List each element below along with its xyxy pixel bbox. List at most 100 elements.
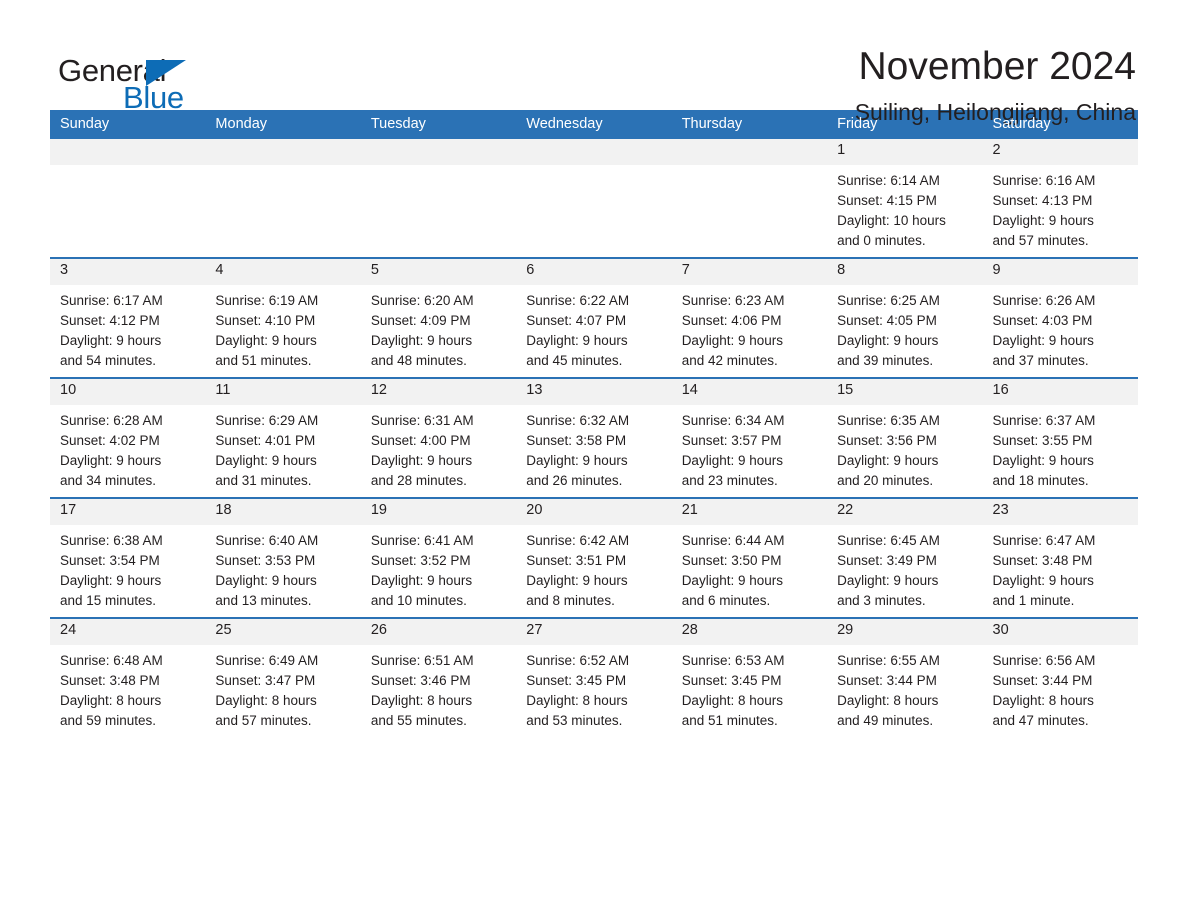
sunrise-sunset-calendar: Sunday Monday Tuesday Wednesday Thursday…	[50, 110, 1138, 737]
sunset-text: Sunset: 3:46 PM	[370, 673, 471, 688]
day-number: 2	[982, 139, 1138, 165]
day-details: Sunrise: 6:37 AM Sunset: 3:55 PM Dayligh…	[983, 405, 1138, 491]
sunset-text: Sunset: 4:07 PM	[526, 313, 627, 328]
daylight-line-1: Daylight: 9 hours	[215, 333, 317, 348]
day-details: Sunrise: 6:20 AM Sunset: 4:09 PM Dayligh…	[361, 285, 516, 371]
day-details: Sunrise: 6:31 AM Sunset: 4:00 PM Dayligh…	[361, 405, 516, 491]
sunset-text: Sunset: 3:56 PM	[837, 433, 937, 448]
day-details: Sunrise: 6:29 AM Sunset: 4:01 PM Dayligh…	[205, 405, 360, 491]
daylight-line-2: and 6 minutes.	[681, 593, 771, 608]
daylight-line-1: Daylight: 9 hours	[526, 573, 628, 588]
sunset-text: Sunset: 3:47 PM	[215, 673, 316, 688]
daylight-line-1: Daylight: 8 hours	[681, 693, 783, 708]
daylight-line-2: and 13 minutes.	[215, 593, 312, 608]
sunset-text: Sunset: 3:48 PM	[60, 673, 160, 688]
daylight-line-2: and 42 minutes.	[681, 353, 778, 368]
sunset-text: Sunset: 3:44 PM	[837, 673, 937, 688]
day-number: 18	[205, 499, 361, 525]
daylight-line-2: and 15 minutes.	[60, 593, 157, 608]
sunrise-text: Sunrise: 6:29 AM	[215, 413, 319, 428]
sunrise-text: Sunrise: 6:42 AM	[526, 533, 630, 548]
day-cell: 22 Sunrise: 6:45 AM Sunset: 3:49 PM Dayl…	[827, 497, 983, 618]
sunrise-text: Sunrise: 6:35 AM	[837, 413, 940, 428]
day-details: Sunrise: 6:38 AM Sunset: 3:54 PM Dayligh…	[50, 525, 205, 611]
sunset-text: Sunset: 4:02 PM	[60, 433, 160, 448]
sunset-text: Sunset: 3:58 PM	[526, 433, 627, 448]
sunset-text: Sunset: 3:45 PM	[681, 673, 782, 688]
daylight-line-1: Daylight: 8 hours	[215, 693, 317, 708]
week-row: 3 Sunrise: 6:17 AM Sunset: 4:12 PM Dayli…	[50, 257, 1138, 378]
day-number: 19	[360, 499, 517, 525]
daylight-line-2: and 8 minutes.	[526, 593, 615, 608]
sunrise-text: Sunrise: 6:17 AM	[60, 293, 163, 308]
day-cell: 28 Sunrise: 6:53 AM Sunset: 3:45 PM Dayl…	[671, 617, 828, 737]
day-details: Sunrise: 6:56 AM Sunset: 3:44 PM Dayligh…	[983, 645, 1138, 731]
day-details: Sunrise: 6:52 AM Sunset: 3:45 PM Dayligh…	[516, 645, 671, 731]
daylight-line-1: Daylight: 9 hours	[526, 453, 628, 468]
sunset-text: Sunset: 3:52 PM	[370, 553, 471, 568]
daylight-line-2: and 49 minutes.	[837, 713, 934, 728]
day-number: 24	[50, 619, 206, 645]
day-number: 4	[205, 259, 361, 285]
week-row: 17 Sunrise: 6:38 AM Sunset: 3:54 PM Dayl…	[50, 497, 1138, 618]
day-details: Sunrise: 6:49 AM Sunset: 3:47 PM Dayligh…	[205, 645, 360, 731]
day-cell: 3 Sunrise: 6:17 AM Sunset: 4:12 PM Dayli…	[50, 257, 206, 378]
daylight-line-1: Daylight: 9 hours	[837, 333, 939, 348]
day-details: Sunrise: 6:16 AM Sunset: 4:13 PM Dayligh…	[983, 165, 1138, 251]
day-number: 12	[360, 379, 517, 405]
day-number: 28	[671, 619, 828, 645]
day-details: Sunrise: 6:26 AM Sunset: 4:03 PM Dayligh…	[983, 285, 1138, 371]
day-details: Sunrise: 6:42 AM Sunset: 3:51 PM Dayligh…	[516, 525, 671, 611]
daylight-line-2: and 48 minutes.	[370, 353, 467, 368]
day-cell: 1 Sunrise: 6:14 AM Sunset: 4:15 PM Dayli…	[827, 139, 983, 258]
daylight-line-2: and 47 minutes.	[992, 713, 1089, 728]
day-cell: 2 Sunrise: 6:16 AM Sunset: 4:13 PM Dayli…	[982, 139, 1138, 258]
day-cell: 16 Sunrise: 6:37 AM Sunset: 3:55 PM Dayl…	[982, 377, 1138, 498]
daylight-line-1: Daylight: 9 hours	[837, 573, 939, 588]
day-number	[50, 139, 206, 165]
sunrise-text: Sunrise: 6:45 AM	[837, 533, 940, 548]
sunset-text: Sunset: 3:55 PM	[992, 433, 1093, 448]
day-number: 22	[827, 499, 983, 525]
daylight-line-1: Daylight: 9 hours	[60, 333, 162, 348]
sunset-text: Sunset: 4:15 PM	[837, 193, 937, 208]
daylight-line-2: and 18 minutes.	[992, 473, 1089, 488]
day-details: Sunrise: 6:51 AM Sunset: 3:46 PM Dayligh…	[361, 645, 516, 731]
daylight-line-2: and 0 minutes.	[837, 233, 926, 248]
sunset-text: Sunset: 3:49 PM	[837, 553, 937, 568]
day-cell: 10 Sunrise: 6:28 AM Sunset: 4:02 PM Dayl…	[50, 377, 206, 498]
day-details: Sunrise: 6:22 AM Sunset: 4:07 PM Dayligh…	[516, 285, 671, 371]
day-number: 29	[827, 619, 983, 645]
sunrise-text: Sunrise: 6:25 AM	[837, 293, 940, 308]
sunrise-text: Sunrise: 6:38 AM	[60, 533, 163, 548]
daylight-line-1: Daylight: 9 hours	[837, 453, 939, 468]
daylight-line-2: and 45 minutes.	[526, 353, 623, 368]
daylight-line-2: and 39 minutes.	[837, 353, 934, 368]
daylight-line-2: and 23 minutes.	[681, 473, 778, 488]
daylight-line-1: Daylight: 9 hours	[370, 573, 473, 588]
day-number: 23	[982, 499, 1138, 525]
day-details: Sunrise: 6:19 AM Sunset: 4:10 PM Dayligh…	[205, 285, 360, 371]
sunrise-text: Sunrise: 6:20 AM	[370, 293, 474, 308]
day-number: 13	[516, 379, 672, 405]
daylight-line-2: and 37 minutes.	[992, 353, 1089, 368]
daylight-line-1: Daylight: 10 hours	[837, 213, 946, 228]
week-row: 10 Sunrise: 6:28 AM Sunset: 4:02 PM Dayl…	[50, 377, 1138, 498]
daylight-line-1: Daylight: 9 hours	[681, 453, 783, 468]
daylight-line-2: and 26 minutes.	[526, 473, 623, 488]
daylight-line-2: and 57 minutes.	[215, 713, 312, 728]
sunrise-text: Sunrise: 6:41 AM	[370, 533, 474, 548]
day-cell: 4 Sunrise: 6:19 AM Sunset: 4:10 PM Dayli…	[205, 257, 361, 378]
daylight-line-1: Daylight: 8 hours	[60, 693, 162, 708]
day-details: Sunrise: 6:55 AM Sunset: 3:44 PM Dayligh…	[827, 645, 982, 731]
day-number	[205, 139, 361, 165]
sunrise-text: Sunrise: 6:47 AM	[992, 533, 1096, 548]
daylight-line-2: and 59 minutes.	[60, 713, 157, 728]
week-row: 1 Sunrise: 6:14 AM Sunset: 4:15 PM Dayli…	[50, 139, 1138, 258]
calendar-body: 1 Sunrise: 6:14 AM Sunset: 4:15 PM Dayli…	[50, 139, 1138, 737]
daylight-line-1: Daylight: 9 hours	[60, 453, 162, 468]
day-number: 1	[827, 139, 983, 165]
sunset-text: Sunset: 3:50 PM	[681, 553, 782, 568]
day-number	[671, 139, 828, 165]
day-number	[516, 139, 672, 165]
